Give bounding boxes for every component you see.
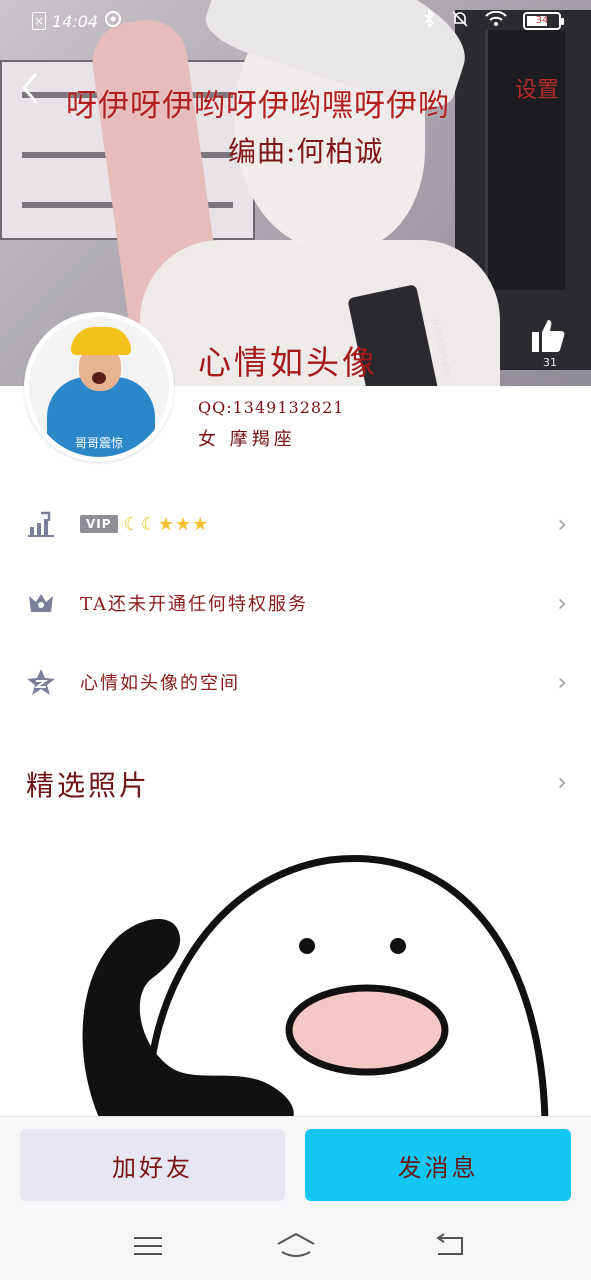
action-bar: 加好友 发消息	[0, 1116, 591, 1212]
chevron-right-icon: ›	[557, 510, 567, 538]
qzone-star-icon	[26, 667, 56, 697]
cover-subtitle: 编曲:何柏诚	[228, 135, 384, 168]
moon-icon: ☾	[140, 513, 158, 535]
featured-photo[interactable]	[0, 820, 591, 1120]
chevron-right-icon[interactable]: ›	[557, 768, 567, 796]
notification-close-icon: ×	[32, 12, 46, 30]
featured-photos-title: 精选照片	[26, 769, 151, 802]
add-friend-button[interactable]: 加好友	[20, 1129, 285, 1201]
home-icon[interactable]	[276, 1230, 316, 1262]
star-icon: ★	[157, 513, 175, 535]
privilege-row[interactable]: TA还未开通任何特权服务 ›	[0, 573, 591, 633]
profile-nickname: 心情如头像	[198, 343, 378, 382]
qq-number: QQ:1349132821	[198, 398, 345, 417]
avatar-caption: 哥哥震惊	[74, 436, 123, 450]
avatar-mouth	[92, 372, 106, 384]
battery-level: 34	[535, 15, 549, 26]
send-message-button[interactable]: 发消息	[305, 1129, 571, 1201]
back-nav-icon[interactable]	[432, 1230, 468, 1262]
gender-sign: 女 摩羯座	[198, 429, 296, 450]
like-count: 31	[543, 356, 557, 369]
qzone-row[interactable]: 心情如头像的空间 ›	[0, 652, 591, 712]
system-nav-bar	[0, 1212, 591, 1280]
vip-level-row[interactable]: VIP ☾☾★★★ ›	[0, 494, 591, 554]
back-button[interactable]	[12, 66, 48, 110]
wifi-icon	[485, 10, 507, 31]
sync-icon	[104, 10, 122, 32]
menu-icon[interactable]	[130, 1230, 166, 1262]
star-icon: ★	[174, 513, 193, 535]
level-up-icon	[26, 509, 56, 539]
star-icon: ★	[192, 513, 210, 535]
bluetooth-icon	[423, 9, 435, 32]
status-bar: × 14:04 34	[0, 0, 591, 44]
cover-bg-panel-inner	[485, 30, 565, 290]
thumbs-up-icon	[532, 320, 565, 352]
qq-level-icons: ☾☾★★★	[124, 514, 210, 535]
cover-title: 呀伊呀伊哟呀伊哟嘿呀伊哟	[66, 88, 450, 124]
privilege-label: TA还未开通任何特权服务	[80, 594, 309, 615]
status-time: 14:04	[52, 11, 99, 31]
mute-bell-icon	[451, 10, 469, 32]
battery-icon: 34	[523, 12, 564, 30]
chevron-right-icon: ›	[557, 589, 567, 617]
moon-icon: ☾	[123, 513, 141, 535]
chevron-left-icon	[22, 73, 38, 103]
avatar-helmet	[71, 327, 131, 355]
chevron-right-icon: ›	[557, 668, 567, 696]
profile-info: QQ:1349132821 女 摩羯座	[198, 398, 344, 451]
like-button[interactable]	[528, 316, 572, 360]
crown-icon	[26, 588, 56, 618]
vip-badge: VIP	[80, 515, 118, 533]
sticker-image	[82, 855, 549, 1120]
avatar[interactable]: 哥哥震惊	[24, 312, 174, 462]
qzone-label: 心情如头像的空间	[80, 673, 240, 694]
